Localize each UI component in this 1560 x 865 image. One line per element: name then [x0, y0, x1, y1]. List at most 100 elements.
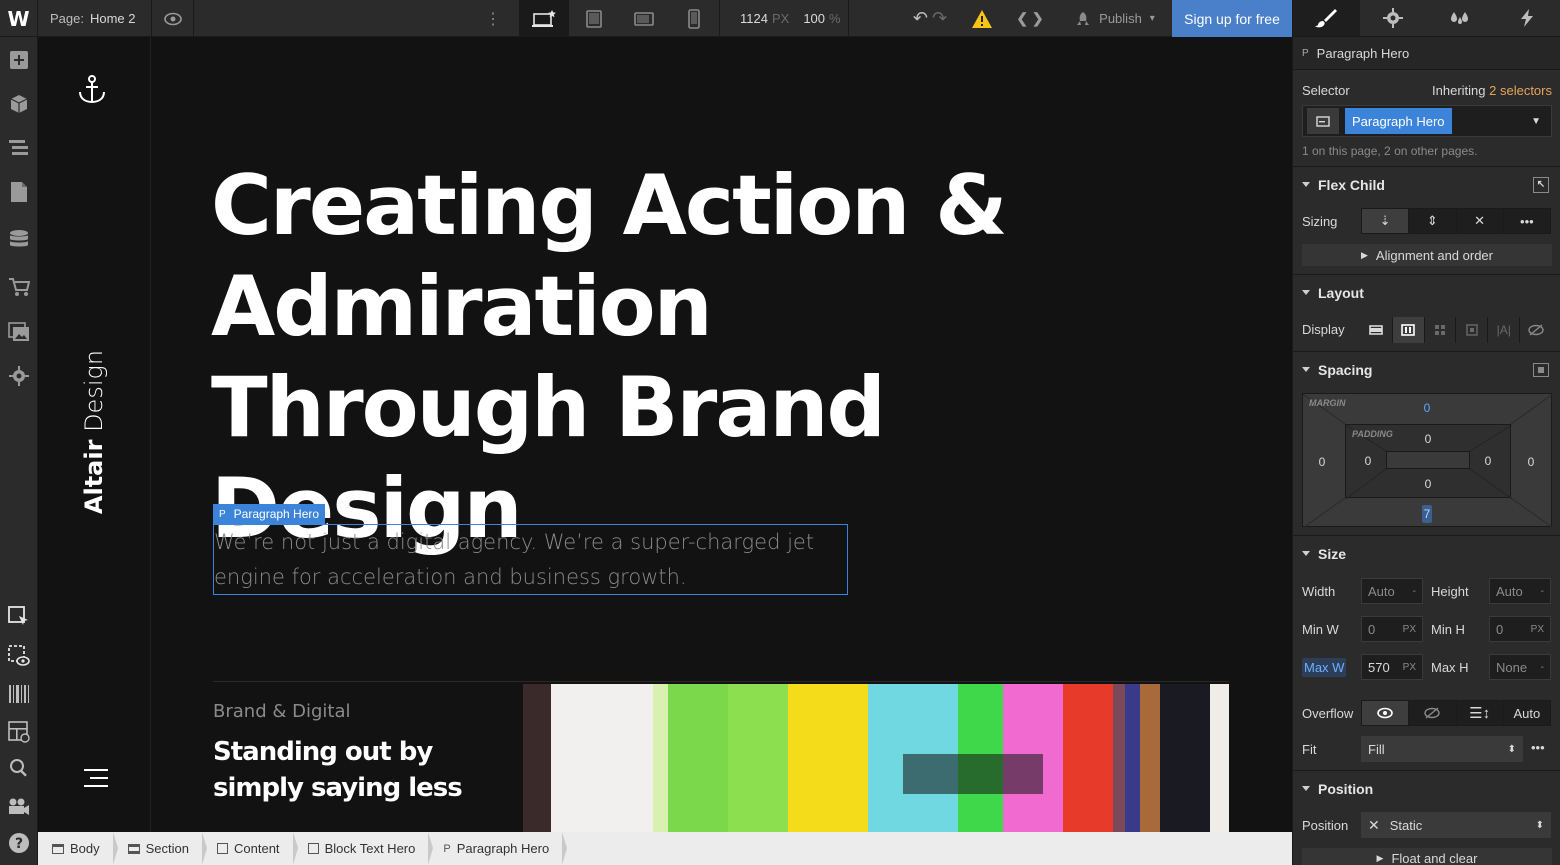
- padding-bottom-value[interactable]: 0: [1418, 477, 1438, 491]
- selector-field[interactable]: Paragraph Hero ▼: [1302, 105, 1552, 137]
- max-height-field[interactable]: None -: [1489, 654, 1551, 680]
- fit-select[interactable]: Fill ⬍: [1361, 736, 1523, 762]
- more-options-icon[interactable]: ⋮: [480, 0, 506, 37]
- spacing-preset-icon[interactable]: [1533, 362, 1549, 377]
- paragraph-hero[interactable]: We’re not just a digital agency. We’re a…: [213, 524, 848, 595]
- padding-top-value[interactable]: 0: [1418, 432, 1438, 446]
- hamburger-menu-icon[interactable]: [82, 769, 108, 790]
- display-flex-icon[interactable]: [1392, 317, 1425, 343]
- mobile-portrait-icon[interactable]: [669, 0, 719, 37]
- publish-button[interactable]: Publish ▾: [1058, 0, 1172, 37]
- display-grid-icon[interactable]: [1425, 317, 1457, 343]
- sizing-grow-icon[interactable]: ⇕: [1409, 209, 1457, 233]
- tablet-breakpoint-icon[interactable]: [569, 0, 619, 37]
- design-canvas[interactable]: Altair Design Creating Action & Admirati…: [38, 37, 1292, 832]
- alignment-order-button[interactable]: ▶ Alignment and order: [1302, 244, 1552, 266]
- test-pattern-image[interactable]: [523, 684, 1229, 832]
- inheriting-selectors-link[interactable]: 2 selectors: [1489, 83, 1552, 98]
- selector-dropdown-icon[interactable]: ▼: [1531, 116, 1541, 127]
- min-width-value: 0: [1368, 621, 1376, 637]
- preview-eye-icon[interactable]: [152, 0, 194, 37]
- breadcrumb-section[interactable]: Section: [114, 832, 208, 865]
- breadcrumb-paragraph-hero[interactable]: P Paragraph Hero: [429, 832, 568, 865]
- fit-more-icon[interactable]: •••: [1531, 740, 1551, 755]
- breadcrumb-label: Paragraph Hero: [456, 841, 550, 856]
- desktop-breakpoint-icon[interactable]: [519, 0, 569, 37]
- add-elements-icon[interactable]: [0, 41, 38, 79]
- navigator-icon[interactable]: [0, 129, 38, 167]
- subheading[interactable]: Standing out by simply saying less: [213, 734, 513, 806]
- margin-right-value[interactable]: 0: [1521, 455, 1541, 469]
- symbols-cube-icon[interactable]: [0, 85, 38, 123]
- element-settings-gear-icon[interactable]: [1360, 0, 1427, 36]
- float-clear-button[interactable]: ▶ Float and clear: [1302, 848, 1552, 865]
- spacing-box-model: MARGIN 0 0 7 0 PADDING 0 0 0 0: [1302, 393, 1553, 528]
- redo-icon[interactable]: ↷: [932, 8, 947, 29]
- overflow-visible-icon[interactable]: [1362, 701, 1410, 725]
- breadcrumb-block-text-hero[interactable]: Block Text Hero: [294, 832, 434, 865]
- warning-icon[interactable]: [962, 0, 1002, 37]
- selector-chip[interactable]: Paragraph Hero: [1345, 108, 1452, 134]
- interactions-bolt-icon[interactable]: [1493, 0, 1560, 36]
- sizing-more-icon[interactable]: •••: [1504, 209, 1550, 233]
- sizing-shrink-icon[interactable]: ⇣: [1362, 209, 1410, 233]
- preview-select-icon[interactable]: [0, 637, 38, 675]
- style-brush-icon[interactable]: [1293, 0, 1360, 36]
- cms-database-icon[interactable]: [0, 221, 38, 259]
- anchor-logo-icon[interactable]: [78, 75, 106, 108]
- webflow-logo-icon[interactable]: W: [0, 0, 38, 37]
- margin-bottom-value[interactable]: 7: [1417, 505, 1437, 523]
- display-inline-icon[interactable]: |A|: [1488, 317, 1521, 343]
- flex-child-section-header[interactable]: Flex Child ↖: [1293, 166, 1560, 202]
- layout-section-header[interactable]: Layout: [1293, 274, 1560, 310]
- hero-heading[interactable]: Creating Action & Admiration Through Bra…: [211, 155, 1111, 559]
- category-label[interactable]: Brand & Digital: [213, 701, 350, 722]
- width-field[interactable]: Auto -: [1361, 578, 1423, 604]
- position-section-header[interactable]: Position: [1293, 770, 1560, 806]
- overflow-auto-button[interactable]: Auto: [1504, 701, 1550, 725]
- breadcrumb-body[interactable]: Body: [38, 832, 118, 865]
- signup-button[interactable]: Sign up for free: [1172, 0, 1292, 37]
- height-field[interactable]: Auto -: [1489, 578, 1551, 604]
- paragraph-type-icon: P: [219, 508, 226, 520]
- display-none-icon[interactable]: [1520, 317, 1551, 343]
- min-width-field[interactable]: 0 PX: [1361, 616, 1423, 642]
- padding-left-value[interactable]: 0: [1358, 454, 1378, 468]
- ecommerce-cart-icon[interactable]: [0, 268, 38, 306]
- inheriting-info: Inheriting 2 selectors: [1432, 83, 1552, 98]
- help-icon[interactable]: ?: [0, 824, 38, 862]
- style-manager-drops-icon[interactable]: [1427, 0, 1494, 36]
- overflow-hidden-icon[interactable]: [1409, 701, 1457, 725]
- selector-state-icon[interactable]: [1307, 108, 1339, 134]
- margin-top-value[interactable]: 0: [1417, 401, 1437, 415]
- overflow-scroll-icon[interactable]: ☰↕: [1457, 701, 1504, 725]
- position-select[interactable]: ✕ Static ⬍: [1361, 812, 1551, 838]
- page-selector[interactable]: Page: Home 2: [38, 0, 152, 37]
- search-icon[interactable]: [0, 749, 38, 787]
- video-tutorials-icon[interactable]: [0, 787, 38, 825]
- display-inline-block-icon[interactable]: [1456, 317, 1489, 343]
- select-element-icon[interactable]: [0, 598, 38, 636]
- padding-box: PADDING 0 0 0 0: [1345, 424, 1512, 499]
- brand-wordmark[interactable]: Altair Design: [80, 350, 108, 514]
- max-width-value: 570: [1368, 659, 1390, 675]
- min-height-field[interactable]: 0 PX: [1489, 616, 1551, 642]
- max-width-field[interactable]: 570 PX: [1361, 654, 1423, 680]
- breadcrumb-content[interactable]: Content: [203, 832, 298, 865]
- flex-child-parent-icon[interactable]: ↖: [1533, 176, 1549, 193]
- pages-icon[interactable]: [0, 173, 38, 211]
- size-section-header[interactable]: Size: [1293, 535, 1560, 571]
- assets-images-icon[interactable]: [0, 313, 38, 351]
- settings-gear-icon[interactable]: [0, 357, 38, 395]
- display-block-icon[interactable]: [1361, 317, 1393, 343]
- sizing-none-icon[interactable]: ✕: [1457, 209, 1504, 233]
- margin-left-value[interactable]: 0: [1312, 455, 1332, 469]
- padding-right-value[interactable]: 0: [1478, 454, 1498, 468]
- brand-light: Design: [80, 349, 108, 432]
- mobile-landscape-icon[interactable]: [619, 0, 669, 37]
- spacing-section-header[interactable]: Spacing: [1293, 351, 1560, 387]
- audit-barcode-icon[interactable]: [0, 675, 38, 713]
- undo-icon[interactable]: ↶: [913, 8, 928, 29]
- code-export-icon[interactable]: ❮ ❯: [1010, 0, 1050, 37]
- layout-grid-icon[interactable]: [0, 713, 38, 751]
